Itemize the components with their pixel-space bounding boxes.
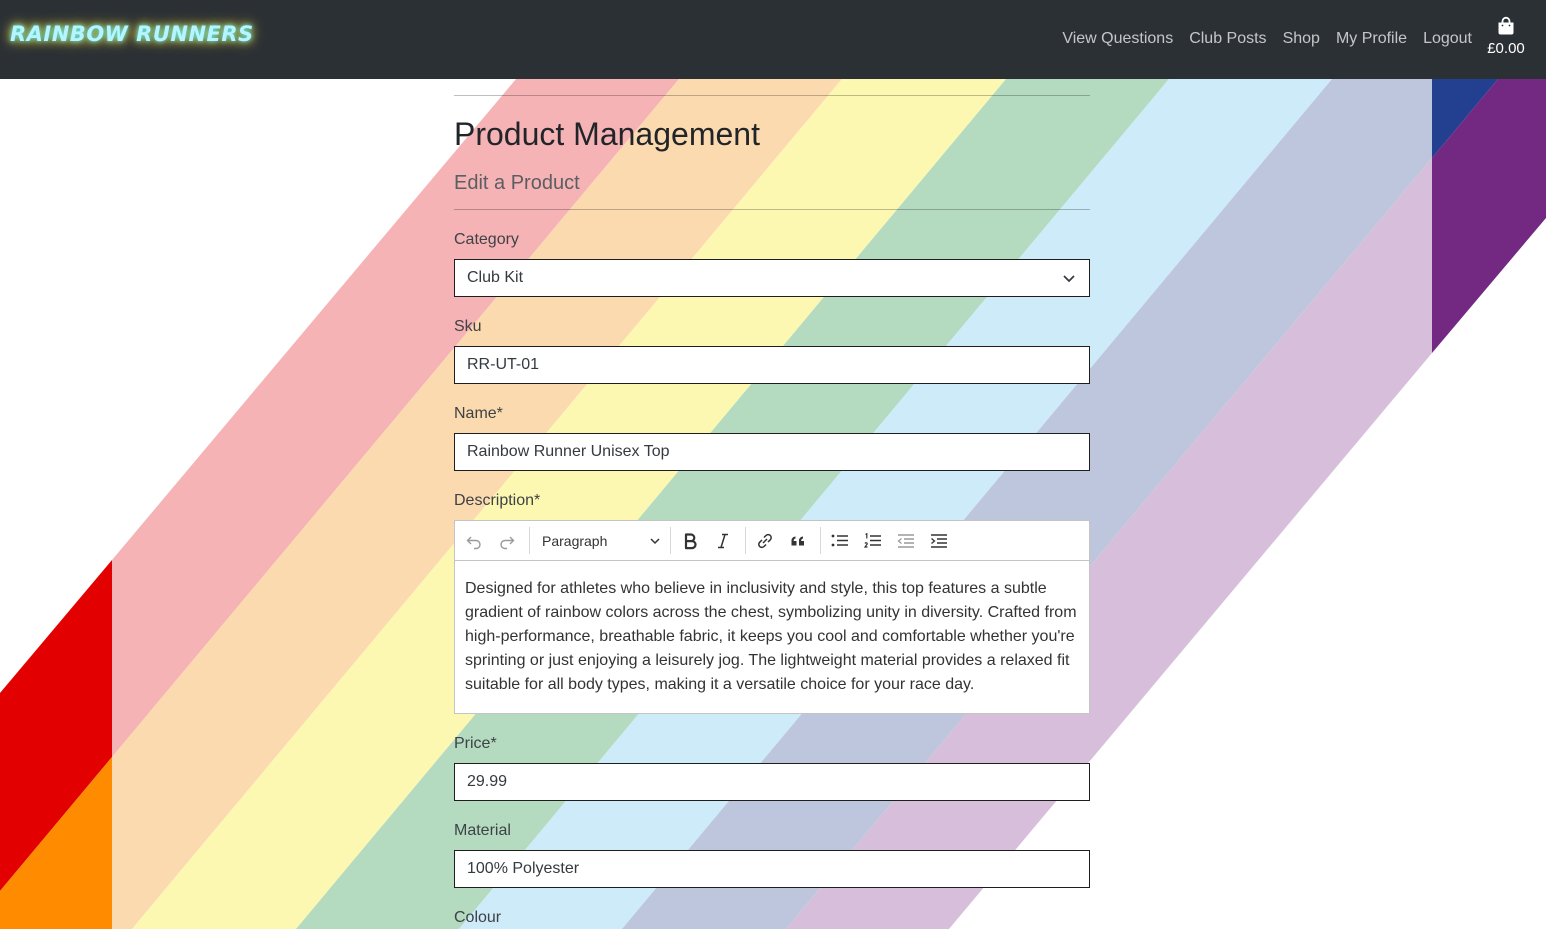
toolbar-separator [529,527,530,554]
sku-label: Sku [454,318,482,335]
price-input[interactable]: 29.99 [454,763,1090,801]
bulleted-list-button[interactable] [825,526,855,556]
material-input[interactable]: 100% Polyester [454,850,1090,888]
indent-icon [931,533,947,548]
bold-button[interactable] [675,526,705,556]
description-label: Description* [454,492,541,509]
redo-icon [500,536,515,549]
divider-mid [454,209,1090,210]
outdent-button[interactable] [891,526,921,556]
nav-links: View Questions Club Posts Shop My Profil… [1062,30,1472,48]
sku-input[interactable]: RR-UT-01 [454,346,1090,384]
product-management-panel: Product Management Edit a Product Catego… [454,79,1090,937]
bag-total: £0.00 [1487,40,1525,57]
colour-label: Colour [454,909,502,926]
italic-icon [718,533,728,548]
undo-button[interactable] [459,526,489,556]
description-rich-text-editor: Paragraph Designed for athletes who beli… [454,520,1090,714]
bulleted-list-icon [831,534,848,546]
top-navbar: RAINBOW RUNNERS View Questions Club Post… [0,0,1546,79]
name-label: Name* [454,405,503,422]
link-icon [758,533,772,548]
nav-link-club-posts[interactable]: Club Posts [1189,30,1266,48]
outdent-icon [897,533,914,548]
numbered-list-button[interactable] [858,526,888,556]
chevron-down-icon [650,537,660,544]
link-button[interactable] [750,526,780,556]
chevron-down-icon [1063,275,1075,283]
indent-button[interactable] [924,526,954,556]
name-value: Rainbow Runner Unisex Top [467,443,670,460]
nav-link-shop[interactable]: Shop [1283,30,1320,48]
blockquote-button[interactable] [783,526,813,556]
nav-link-my-profile[interactable]: My Profile [1336,30,1407,48]
divider-top [454,95,1090,96]
brand-logo[interactable]: RAINBOW RUNNERS [10,22,254,46]
description-editor-content[interactable]: Designed for athletes who believe in inc… [455,561,1089,713]
bold-icon [684,532,697,549]
category-select[interactable]: Club Kit [454,259,1090,297]
blockquote-icon [791,535,804,545]
page-title: Product Management [454,116,760,152]
name-input[interactable]: Rainbow Runner Unisex Top [454,433,1090,471]
shopping-bag-icon [1498,16,1514,35]
sku-value: RR-UT-01 [467,356,540,373]
heading-select[interactable]: Paragraph [534,526,666,556]
heading-select-value: Paragraph [542,532,608,549]
redo-button[interactable] [492,526,522,556]
material-label: Material [454,822,511,839]
numbered-list-icon [863,532,881,548]
material-value: 100% Polyester [467,860,580,877]
price-label: Price* [454,735,497,752]
price-value: 29.99 [467,773,508,790]
page-subtitle: Edit a Product [454,172,580,194]
nav-link-view-questions[interactable]: View Questions [1062,30,1173,48]
undo-icon [466,536,481,549]
toolbar-separator [820,527,821,554]
italic-button[interactable] [708,526,738,556]
toolbar-separator [670,527,671,554]
shopping-bag-button[interactable]: £0.00 [1486,16,1526,57]
category-selected-value: Club Kit [467,269,524,286]
editor-toolbar: Paragraph [455,521,1089,561]
toolbar-separator [745,527,746,554]
category-label: Category [454,231,519,248]
nav-link-logout[interactable]: Logout [1423,30,1472,48]
